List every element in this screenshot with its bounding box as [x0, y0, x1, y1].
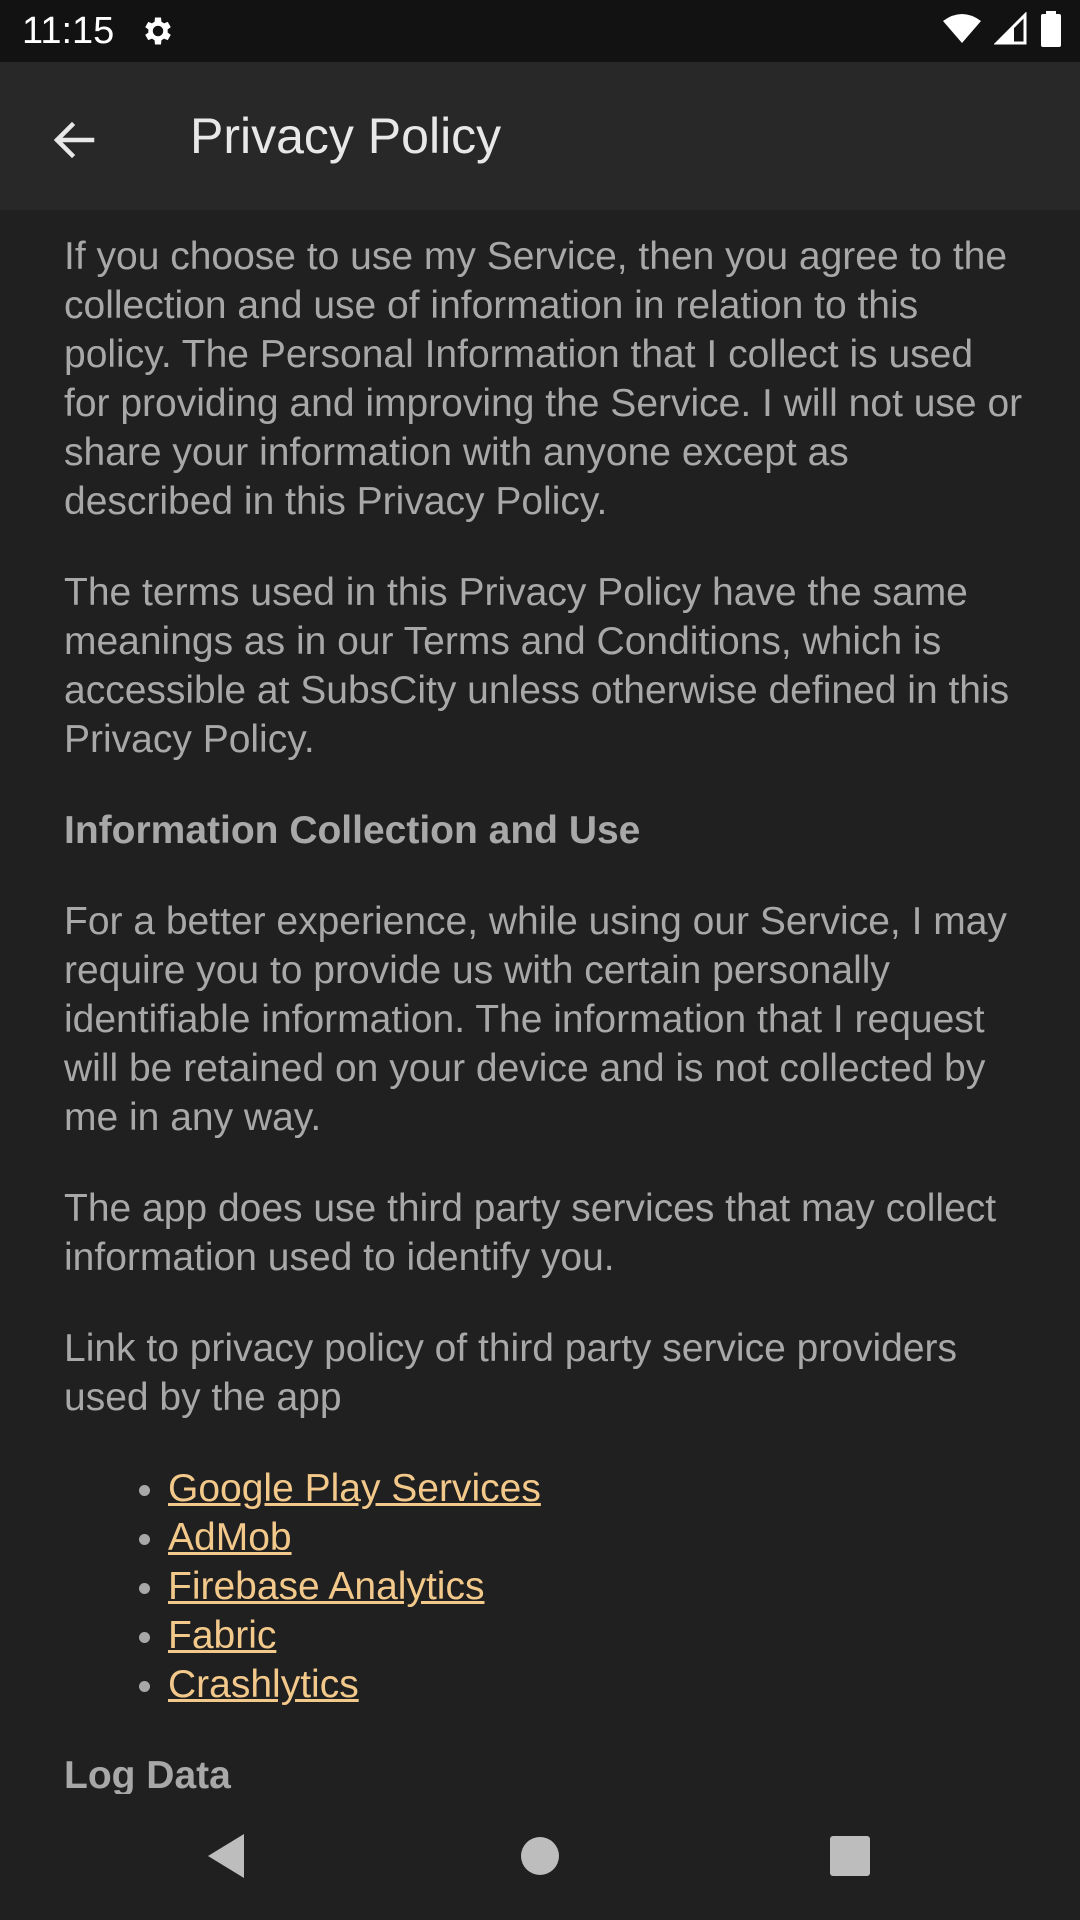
paragraph: Link to privacy policy of third party se… [64, 1327, 958, 1419]
policy-text: If you choose to use my Service, then yo… [64, 232, 1024, 1794]
wifi-icon [942, 13, 982, 50]
status-icons [942, 10, 1062, 52]
link-firebase-analytics[interactable]: Firebase Analytics [168, 1565, 484, 1608]
policy-content[interactable]: If you choose to use my Service, then yo… [0, 210, 1080, 1794]
list-item: Firebase Analytics [168, 1562, 1024, 1611]
section-heading: Information Collection and Use [64, 809, 641, 852]
nav-recents-button[interactable] [810, 1818, 890, 1898]
navigation-bar [0, 1794, 1080, 1920]
paragraph: For a better experience, while using our… [64, 900, 1007, 1139]
nav-home-button[interactable] [500, 1818, 580, 1898]
link-crashlytics[interactable]: Crashlytics [168, 1663, 359, 1706]
list-item: Crashlytics [168, 1660, 1024, 1709]
status-bar: 11:15 [0, 0, 1080, 62]
list-item: Google Play Services [168, 1464, 1024, 1513]
provider-links-list: Google Play Services AdMob Firebase Anal… [64, 1464, 1024, 1709]
signal-icon [993, 10, 1028, 51]
app-bar: Privacy Policy [0, 62, 1080, 210]
gear-icon [140, 13, 176, 49]
link-google-play-services[interactable]: Google Play Services [168, 1467, 541, 1510]
nav-back-icon [204, 1832, 248, 1885]
list-item: Fabric [168, 1611, 1024, 1660]
link-fabric[interactable]: Fabric [168, 1614, 276, 1657]
status-time: 11:15 [22, 10, 115, 52]
page-title: Privacy Policy [190, 108, 502, 164]
paragraph: If you choose to use my Service, then yo… [64, 235, 1023, 523]
battery-icon [1040, 10, 1062, 52]
arrow-back-icon [50, 116, 98, 169]
link-admob[interactable]: AdMob [168, 1516, 292, 1559]
nav-back-button[interactable] [186, 1818, 266, 1898]
nav-home-icon [519, 1835, 561, 1882]
paragraph: The terms used in this Privacy Policy ha… [64, 571, 1010, 761]
section-heading: Log Data [64, 1754, 231, 1794]
nav-recents-icon [830, 1835, 870, 1881]
paragraph: The app does use third party services th… [64, 1187, 997, 1279]
back-button[interactable] [30, 98, 118, 186]
list-item: AdMob [168, 1513, 1024, 1562]
